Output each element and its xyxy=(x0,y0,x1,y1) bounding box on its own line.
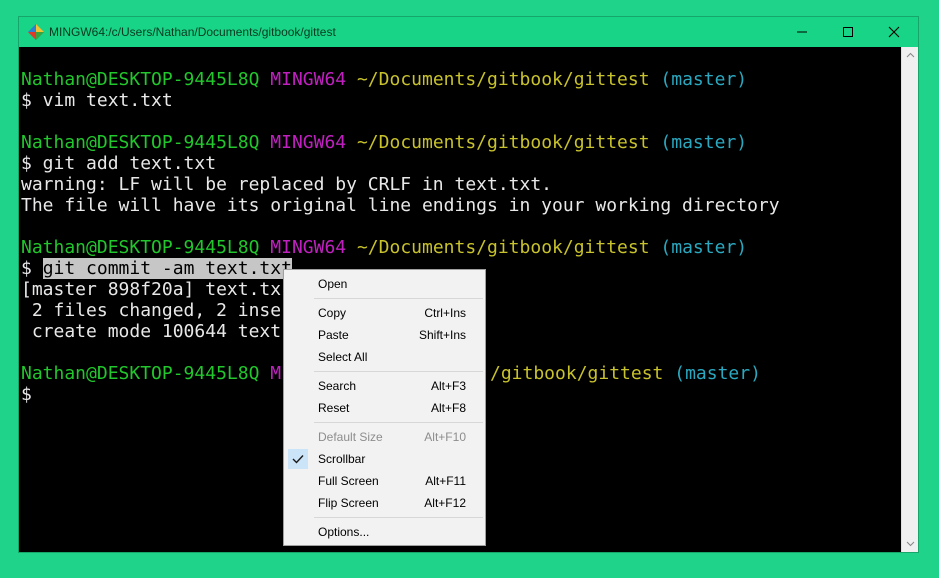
minimize-icon xyxy=(797,31,807,33)
dollar-sign: $ xyxy=(21,384,32,405)
prompt-user: Nathan@DESKTOP-9445L8Q xyxy=(21,69,260,90)
menu-item-open[interactable]: Open xyxy=(286,273,483,295)
prompt-user: Nathan@DESKTOP-9445L8Q xyxy=(21,237,260,258)
menu-item-options[interactable]: Options... xyxy=(286,521,483,543)
checkmark-icon xyxy=(288,449,308,469)
prompt-line-tail: /gitbook/gittest (master) xyxy=(490,363,761,384)
title-bar[interactable]: MINGW64:/c/Users/Nathan/Documents/gitboo… xyxy=(19,17,918,47)
prompt-line: Nathan@DESKTOP-9445L8Q MINGW64 ~/Documen… xyxy=(21,237,747,258)
menu-item-search[interactable]: Search Alt+F3 xyxy=(286,375,483,397)
command-line: $ vim text.txt xyxy=(21,90,173,111)
close-icon xyxy=(888,26,900,38)
prompt-shell: M xyxy=(270,363,282,384)
dollar-sign: $ xyxy=(21,153,32,174)
maximize-icon xyxy=(843,27,853,37)
output-line: create mode 100644 text xyxy=(21,321,282,342)
prompt-shell: MINGW64 xyxy=(270,237,347,258)
vertical-scrollbar[interactable] xyxy=(901,47,918,552)
menu-item-reset[interactable]: Reset Alt+F8 xyxy=(286,397,483,419)
prompt-path: /gitbook/gittest xyxy=(490,363,664,384)
menu-separator xyxy=(314,517,483,518)
prompt-branch: (master) xyxy=(660,132,748,153)
command-line: $ git add text.txt xyxy=(21,153,216,174)
command-line: $ git commit -am text.txt xyxy=(21,258,292,279)
close-button[interactable] xyxy=(871,17,917,47)
prompt-path: ~/Documents/gitbook/gittest xyxy=(356,237,650,258)
output-line: [master 898f20a] text.tx xyxy=(21,279,282,300)
prompt-branch: (master) xyxy=(674,363,761,384)
prompt-line: Nathan@DESKTOP-9445L8Q MINGW64 ~/Documen… xyxy=(21,132,747,153)
command-text: git add text.txt xyxy=(31,153,217,174)
prompt-path: ~/Documents/gitbook/gittest xyxy=(356,132,650,153)
prompt-branch: (master) xyxy=(660,237,748,258)
prompt-path: ~/Documents/gitbook/gittest xyxy=(356,69,650,90)
prompt-shell: MINGW64 xyxy=(270,132,347,153)
output-line: 2 files changed, 2 inse xyxy=(21,300,282,321)
scroll-down-button[interactable] xyxy=(902,536,918,552)
command-line: $ xyxy=(21,384,32,405)
prompt-line: Nathan@DESKTOP-9445L8Q MINGW64 ~/Documen… xyxy=(21,69,747,90)
menu-item-select-all[interactable]: Select All xyxy=(286,346,483,368)
prompt-branch: (master) xyxy=(660,69,748,90)
context-menu: Open Copy Ctrl+Ins Paste Shift+Ins Selec… xyxy=(283,269,486,546)
dollar-sign: $ xyxy=(21,90,32,111)
menu-separator xyxy=(314,298,483,299)
window-title: MINGW64:/c/Users/Nathan/Documents/gitboo… xyxy=(49,25,336,39)
chevron-up-icon xyxy=(906,52,914,58)
output-line: warning: LF will be replaced by CRLF in … xyxy=(21,174,553,195)
scroll-up-button[interactable] xyxy=(902,47,918,63)
menu-item-copy[interactable]: Copy Ctrl+Ins xyxy=(286,302,483,324)
mingw-diamond-icon[interactable] xyxy=(27,23,45,41)
menu-item-default-size: Default Size Alt+F10 xyxy=(318,430,466,444)
selected-text[interactable]: git commit -am text.txt xyxy=(42,258,292,279)
prompt-shell: MINGW64 xyxy=(270,69,347,90)
chevron-down-icon xyxy=(906,541,914,547)
prompt-user: Nathan@DESKTOP-9445L8Q xyxy=(21,363,260,384)
menu-separator xyxy=(314,422,483,423)
output-line: The file will have its original line end… xyxy=(21,195,780,216)
maximize-button[interactable] xyxy=(825,17,871,47)
menu-item-scrollbar[interactable]: Scrollbar xyxy=(286,448,483,470)
menu-item-flip-screen[interactable]: Flip Screen Alt+F12 xyxy=(286,492,483,514)
prompt-user: Nathan@DESKTOP-9445L8Q xyxy=(21,132,260,153)
menu-item-full-screen[interactable]: Full Screen Alt+F11 xyxy=(286,470,483,492)
menu-separator xyxy=(314,371,483,372)
minimize-button[interactable] xyxy=(779,17,825,47)
dollar-sign: $ xyxy=(21,258,32,279)
prompt-line: Nathan@DESKTOP-9445L8Q M xyxy=(21,363,281,384)
command-text: vim text.txt xyxy=(31,90,173,111)
menu-item-paste[interactable]: Paste Shift+Ins xyxy=(286,324,483,346)
